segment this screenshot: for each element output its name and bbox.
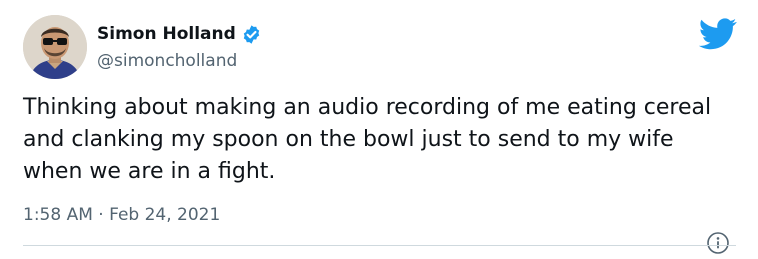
tweet-text: Thinking about making an audio recording… bbox=[23, 95, 712, 184]
timestamp-separator: · bbox=[98, 205, 104, 225]
avatar-image bbox=[23, 15, 87, 79]
tweet-date[interactable]: Feb 24, 2021 bbox=[109, 205, 220, 225]
avatar[interactable] bbox=[23, 15, 87, 79]
author-name-row[interactable]: Simon Holland bbox=[97, 22, 262, 46]
twitter-bird-icon[interactable] bbox=[698, 18, 737, 50]
divider bbox=[23, 245, 736, 246]
tweet-time[interactable]: 1:58 AM bbox=[23, 205, 93, 225]
tweet-card: Simon Holland @simoncholland Thinking ab… bbox=[0, 0, 758, 255]
author-display-name[interactable]: Simon Holland bbox=[97, 22, 236, 46]
verified-badge-icon bbox=[241, 24, 262, 45]
tweet-timestamp[interactable]: 1:58 AM · Feb 24, 2021 bbox=[23, 203, 220, 227]
author-handle[interactable]: @simoncholland bbox=[97, 49, 237, 73]
info-icon[interactable] bbox=[706, 231, 730, 255]
